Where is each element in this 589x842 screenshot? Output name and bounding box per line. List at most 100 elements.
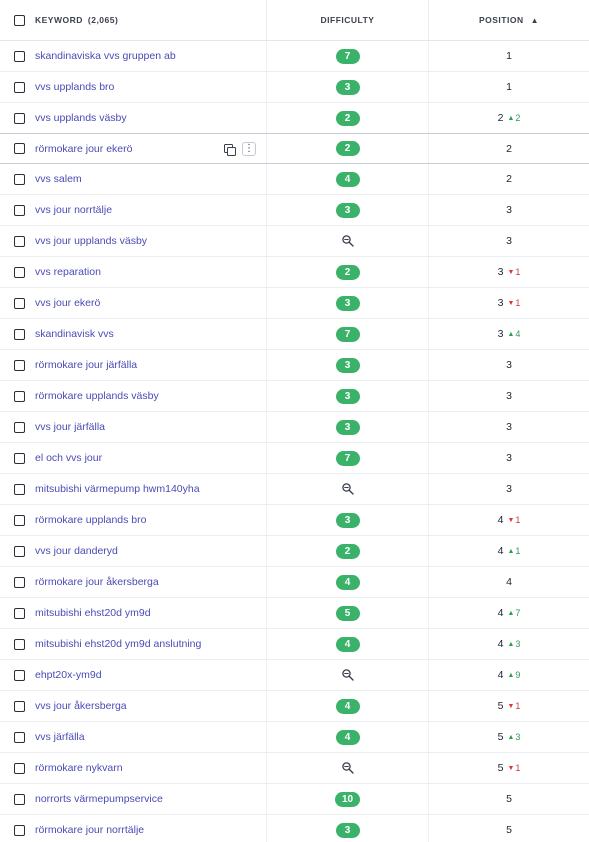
keyword-link[interactable]: vvs reparation <box>35 266 101 278</box>
position-value: 3 <box>497 266 504 278</box>
difficulty-column-header[interactable]: DIFFICULTY <box>267 0 429 40</box>
difficulty-badge: 10 <box>334 791 361 807</box>
row-checkbox[interactable] <box>14 81 25 93</box>
keyword-cell: vvs järfälla <box>0 722 267 752</box>
keyword-link[interactable]: vvs salem <box>35 173 82 185</box>
search-check-icon[interactable] <box>341 482 355 496</box>
difficulty-cell: 4 <box>267 629 429 659</box>
keyword-link[interactable]: vvs jour åkersberga <box>35 700 127 712</box>
row-checkbox[interactable] <box>14 235 25 247</box>
keyword-link[interactable]: rörmokare jour ekerö <box>35 143 132 155</box>
row-checkbox[interactable] <box>14 204 25 216</box>
position-column-header[interactable]: POSITION ▲ <box>429 0 589 40</box>
keyword-link[interactable]: vvs upplands väsby <box>35 112 127 124</box>
row-checkbox[interactable] <box>14 762 25 774</box>
row-checkbox[interactable] <box>14 514 25 526</box>
keyword-cell: vvs jour norrtälje <box>0 195 267 225</box>
row-checkbox[interactable] <box>14 112 25 124</box>
row-checkbox[interactable] <box>14 173 25 185</box>
row-checkbox[interactable] <box>14 452 25 464</box>
position-value: 1 <box>506 81 512 93</box>
copy-icon[interactable] <box>222 142 236 156</box>
row-checkbox[interactable] <box>14 576 25 588</box>
row-checkbox[interactable] <box>14 824 25 836</box>
position-value: 3 <box>506 390 512 402</box>
row-checkbox[interactable] <box>14 143 25 154</box>
sort-ascending-icon[interactable]: ▲ <box>531 16 539 25</box>
difficulty-header-label: DIFFICULTY <box>320 15 375 25</box>
row-checkbox[interactable] <box>14 421 25 433</box>
keyword-link[interactable]: vvs upplands bro <box>35 81 114 93</box>
keyword-cell: rörmokare jour järfälla <box>0 350 267 380</box>
position-change-value: 1 <box>515 515 521 525</box>
keyword-link[interactable]: mitsubishi värmepump hwm140yha <box>35 483 200 495</box>
position-change-up: ▲ 3 <box>507 732 520 742</box>
row-checkbox[interactable] <box>14 297 25 309</box>
difficulty-badge: 2 <box>335 264 360 280</box>
keyword-link[interactable]: vvs jour ekerö <box>35 297 100 309</box>
row-checkbox[interactable] <box>14 638 25 650</box>
keyword-link[interactable]: ehpt20x-ym9d <box>35 669 102 681</box>
keyword-link[interactable]: skandinavisk vvs <box>35 328 114 340</box>
position-cell: 3 <box>429 350 589 380</box>
difficulty-badge: 7 <box>335 326 360 342</box>
keyword-cell: rörmokare nykvarn <box>0 753 267 783</box>
more-options-button[interactable]: ⋮ <box>242 141 256 156</box>
row-checkbox[interactable] <box>14 731 25 743</box>
position-cell: 5 <box>429 784 589 814</box>
position-change-value: 1 <box>515 546 521 556</box>
position-value: 5 <box>497 731 504 743</box>
keyword-cell: rörmokare upplands bro <box>0 505 267 535</box>
search-check-icon[interactable] <box>341 761 355 775</box>
position-value: 3 <box>506 452 512 464</box>
table-row: rörmokare jour åkersberga 4 4 <box>0 567 589 598</box>
keyword-link[interactable]: rörmokare jour åkersberga <box>35 576 159 588</box>
position-value: 2 <box>506 142 512 155</box>
keyword-link[interactable]: vvs jour danderyd <box>35 545 118 557</box>
row-checkbox[interactable] <box>14 545 25 557</box>
table-body: skandinaviska vvs gruppen ab 7 1 vvs upplan… <box>0 41 589 842</box>
keyword-link[interactable]: rörmokare upplands väsby <box>35 390 159 402</box>
row-checkbox[interactable] <box>14 607 25 619</box>
keyword-link[interactable]: vvs jour norrtälje <box>35 204 112 216</box>
row-checkbox[interactable] <box>14 390 25 402</box>
keyword-link[interactable]: mitsubishi ehst20d ym9d <box>35 607 151 619</box>
row-checkbox[interactable] <box>14 669 25 681</box>
keyword-link[interactable]: el och vvs jour <box>35 452 102 464</box>
position-change-value: 7 <box>515 608 521 618</box>
row-checkbox[interactable] <box>14 328 25 340</box>
keyword-link[interactable]: vvs jour järfälla <box>35 421 105 433</box>
keyword-link[interactable]: rörmokare jour norrtälje <box>35 824 144 836</box>
position-cell: 3 ▲ 4 <box>429 319 589 349</box>
keyword-cell: rörmokare jour ekerö ⋮ <box>0 134 267 163</box>
keyword-column-header[interactable]: KEYWORD (2,065) <box>0 0 267 40</box>
select-all-checkbox[interactable] <box>14 14 25 26</box>
difficulty-badge: 4 <box>335 729 360 745</box>
position-cell: 3 <box>429 474 589 504</box>
row-checkbox[interactable] <box>14 483 25 495</box>
row-checkbox[interactable] <box>14 700 25 712</box>
row-checkbox[interactable] <box>14 793 25 805</box>
keyword-link[interactable]: norrorts värmepumpservice <box>35 793 163 805</box>
position-value: 5 <box>506 793 512 805</box>
difficulty-badge: 2 <box>335 110 360 126</box>
keyword-link[interactable]: mitsubishi ehst20d ym9d anslutning <box>35 638 201 650</box>
keyword-cell: vvs salem <box>0 164 267 194</box>
position-change-value: 3 <box>515 639 521 649</box>
position-value: 1 <box>506 50 512 62</box>
row-checkbox[interactable] <box>14 50 25 62</box>
arrow-up-icon: ▲ <box>507 671 515 679</box>
row-checkbox[interactable] <box>14 359 25 371</box>
keyword-link[interactable]: rörmokare upplands bro <box>35 514 146 526</box>
difficulty-badge: 3 <box>335 419 360 435</box>
keyword-link[interactable]: rörmokare nykvarn <box>35 762 123 774</box>
keyword-link[interactable]: rörmokare jour järfälla <box>35 359 137 371</box>
position-value: 4 <box>497 638 504 650</box>
table-row: vvs reparation 2 3 ▼ 1 <box>0 257 589 288</box>
search-check-icon[interactable] <box>341 668 355 682</box>
keyword-link[interactable]: skandinaviska vvs gruppen ab <box>35 50 176 62</box>
row-checkbox[interactable] <box>14 266 25 278</box>
keyword-link[interactable]: vvs jour upplands väsby <box>35 235 147 247</box>
keyword-link[interactable]: vvs järfälla <box>35 731 85 743</box>
search-check-icon[interactable] <box>341 234 355 248</box>
